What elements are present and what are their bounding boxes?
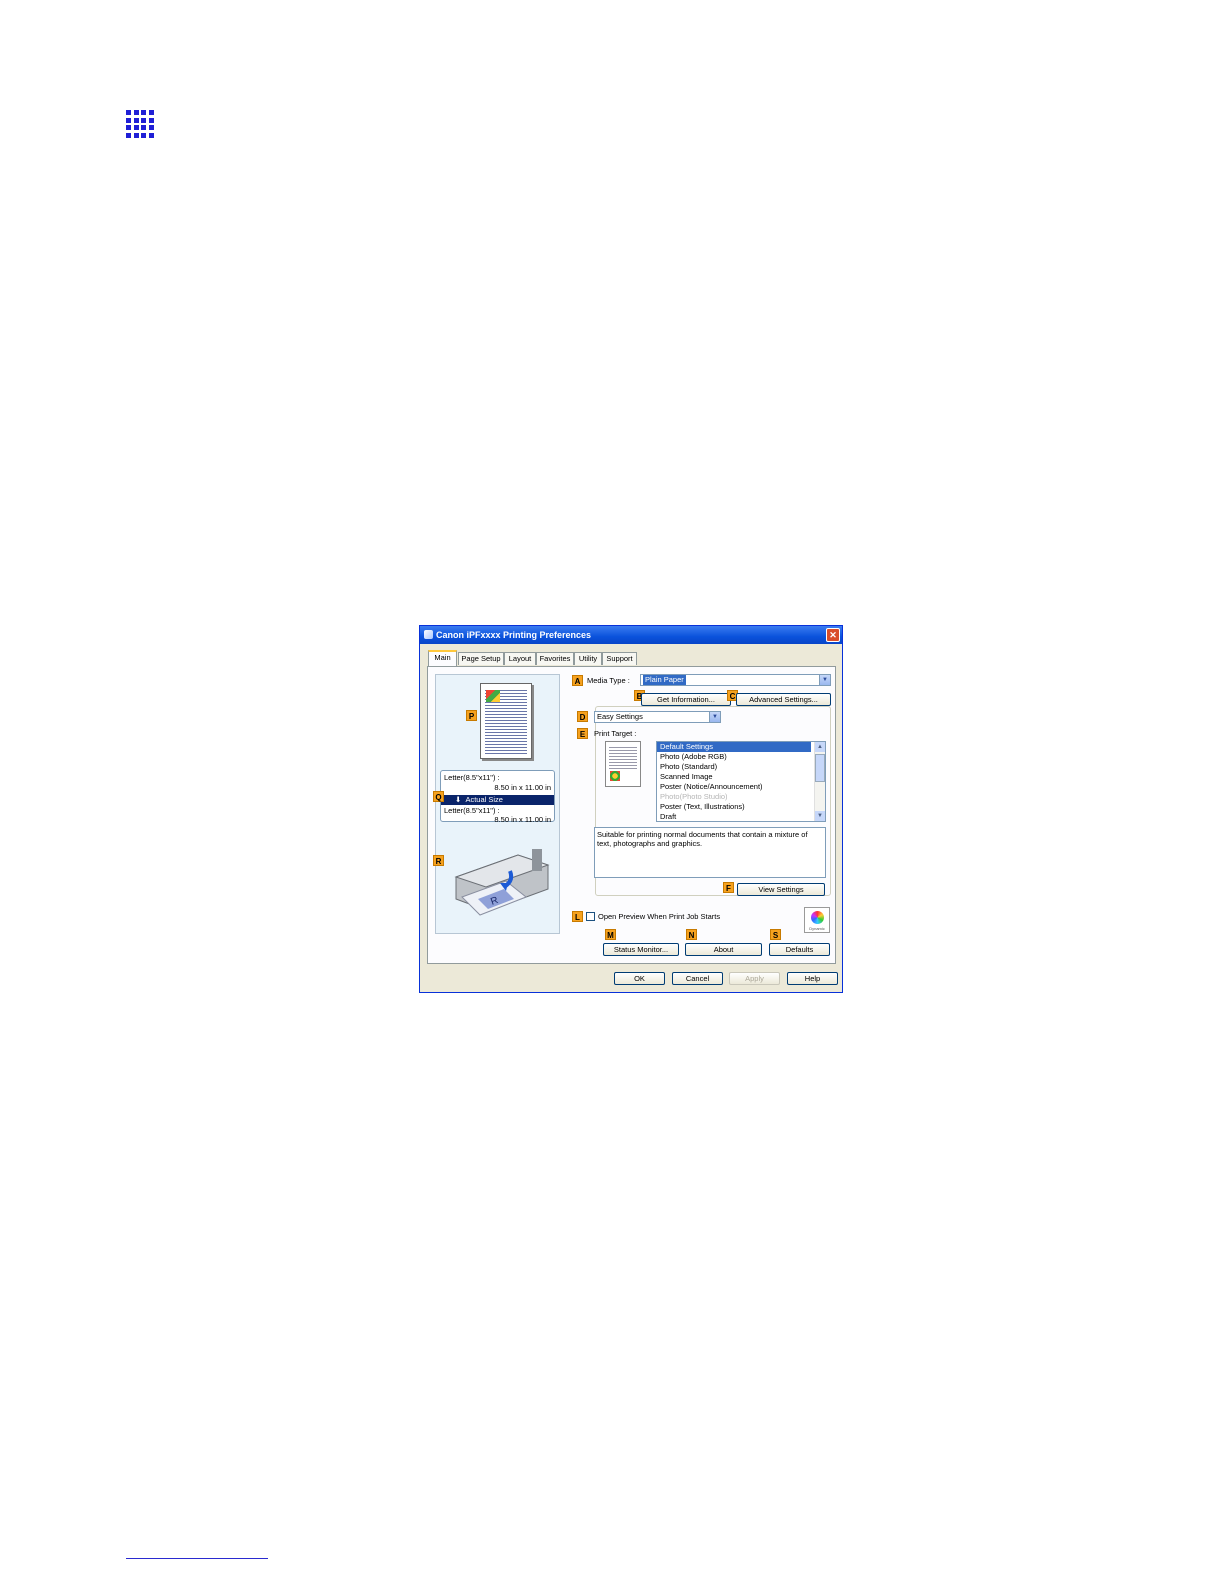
tab-support[interactable]: Support bbox=[602, 652, 637, 665]
print-target-description: Suitable for printing normal documents t… bbox=[597, 830, 808, 848]
scaling-bar: ⬇ Actual Size bbox=[441, 795, 554, 805]
scroll-down-icon[interactable]: ▼ bbox=[815, 811, 825, 821]
advanced-settings-button[interactable]: Advanced Settings... bbox=[736, 693, 831, 706]
chevron-down-icon[interactable]: ▼ bbox=[819, 675, 830, 685]
cancel-button[interactable]: Cancel bbox=[672, 972, 723, 985]
list-item[interactable]: Photo (Standard) bbox=[657, 762, 825, 772]
output-size-dims: 8.50 in x 11.00 in bbox=[494, 815, 551, 824]
get-information-button[interactable]: Get Information... bbox=[641, 693, 731, 706]
chevron-down-icon[interactable]: ▼ bbox=[709, 712, 720, 722]
callout-q: Q bbox=[433, 791, 444, 802]
scroll-thumb[interactable] bbox=[815, 754, 825, 782]
settings-mode-value: Easy Settings bbox=[597, 712, 643, 721]
print-target-label: Print Target : bbox=[594, 729, 637, 738]
list-item[interactable]: Poster (Notice/Announcement) bbox=[657, 782, 825, 792]
view-settings-button[interactable]: View Settings bbox=[737, 883, 825, 896]
callout-p: P bbox=[466, 710, 477, 721]
original-size-dims: 8.50 in x 11.00 in bbox=[494, 783, 551, 792]
tab-page-setup[interactable]: Page Setup bbox=[458, 652, 504, 665]
color-wheel-icon: Dynamic bbox=[804, 907, 830, 933]
list-item[interactable]: Photo (Adobe RGB) bbox=[657, 752, 825, 762]
title-bar[interactable]: Canon iPFxxxx Printing Preferences ✕ bbox=[420, 626, 842, 644]
scroll-up-icon[interactable]: ▲ bbox=[815, 742, 825, 752]
settings-mode-select[interactable]: Easy Settings ▼ bbox=[594, 711, 721, 723]
scaling-label: Actual Size bbox=[465, 795, 503, 804]
callout-a: A bbox=[572, 675, 583, 686]
preview-pane: P Letter(8.5"x11") : 8.50 in x 11.00 in … bbox=[433, 674, 560, 934]
open-preview-checkbox[interactable] bbox=[586, 912, 595, 921]
list-item[interactable]: Scanned Image bbox=[657, 772, 825, 782]
output-size-label: Letter(8.5"x11") : bbox=[444, 806, 500, 815]
printer-app-icon bbox=[424, 630, 433, 639]
main-tab-panel: P Letter(8.5"x11") : 8.50 in x 11.00 in … bbox=[427, 666, 836, 964]
media-type-value: Plain Paper bbox=[643, 675, 686, 685]
footer-link-underline bbox=[126, 1558, 268, 1559]
print-target-list[interactable]: Default Settings Photo (Adobe RGB) Photo… bbox=[656, 741, 826, 822]
tab-main[interactable]: Main bbox=[428, 650, 457, 667]
description-box: Suitable for printing normal documents t… bbox=[594, 827, 826, 878]
original-size-label: Letter(8.5"x11") : bbox=[444, 773, 500, 782]
list-item[interactable]: Default Settings bbox=[657, 742, 811, 752]
down-arrow-icon: ⬇ bbox=[455, 795, 466, 804]
callout-s: S bbox=[770, 929, 781, 940]
apply-button: Apply bbox=[729, 972, 780, 985]
callout-d: D bbox=[577, 711, 588, 722]
about-button[interactable]: About bbox=[685, 943, 762, 956]
paper-size-info: Letter(8.5"x11") : 8.50 in x 11.00 in ⬇ … bbox=[440, 770, 555, 824]
callout-n: N bbox=[686, 929, 697, 940]
page-layout-thumbnail bbox=[480, 683, 532, 759]
document-type-thumbnail bbox=[605, 741, 641, 787]
dialog-title: Canon iPFxxxx Printing Preferences bbox=[436, 630, 592, 640]
list-item: Photo(Photo Studio) bbox=[660, 792, 728, 801]
callout-e: E bbox=[577, 728, 588, 739]
section-grid-icon bbox=[126, 110, 154, 138]
printer-illustration: R bbox=[454, 849, 550, 916]
defaults-button[interactable]: Defaults bbox=[769, 943, 830, 956]
list-item[interactable]: Poster (Text, Illustrations) bbox=[657, 802, 825, 812]
photo-icon bbox=[610, 771, 620, 781]
list-scrollbar[interactable]: ▲ ▼ bbox=[814, 742, 825, 821]
tab-layout[interactable]: Layout bbox=[504, 652, 536, 665]
status-monitor-button[interactable]: Status Monitor... bbox=[603, 943, 679, 956]
callout-l: L bbox=[572, 911, 583, 922]
tab-favorites[interactable]: Favorites bbox=[536, 652, 574, 665]
list-item[interactable]: Draft bbox=[657, 812, 825, 821]
callout-m: M bbox=[605, 929, 616, 940]
open-preview-label[interactable]: Open Preview When Print Job Starts bbox=[598, 912, 720, 922]
image-thumbnail-icon bbox=[486, 690, 500, 702]
close-button[interactable]: ✕ bbox=[826, 628, 840, 642]
ok-button[interactable]: OK bbox=[614, 972, 665, 985]
callout-r: R bbox=[433, 855, 444, 866]
help-button[interactable]: Help bbox=[787, 972, 838, 985]
printing-preferences-dialog: Canon iPFxxxx Printing Preferences ✕ Mai… bbox=[419, 625, 843, 993]
callout-f: F bbox=[723, 882, 734, 893]
media-type-select[interactable]: Plain Paper ▼ bbox=[640, 674, 831, 686]
media-type-label: Media Type : bbox=[587, 676, 630, 685]
tab-utility[interactable]: Utility bbox=[574, 652, 602, 665]
color-icon-caption: Dynamic bbox=[809, 926, 825, 931]
